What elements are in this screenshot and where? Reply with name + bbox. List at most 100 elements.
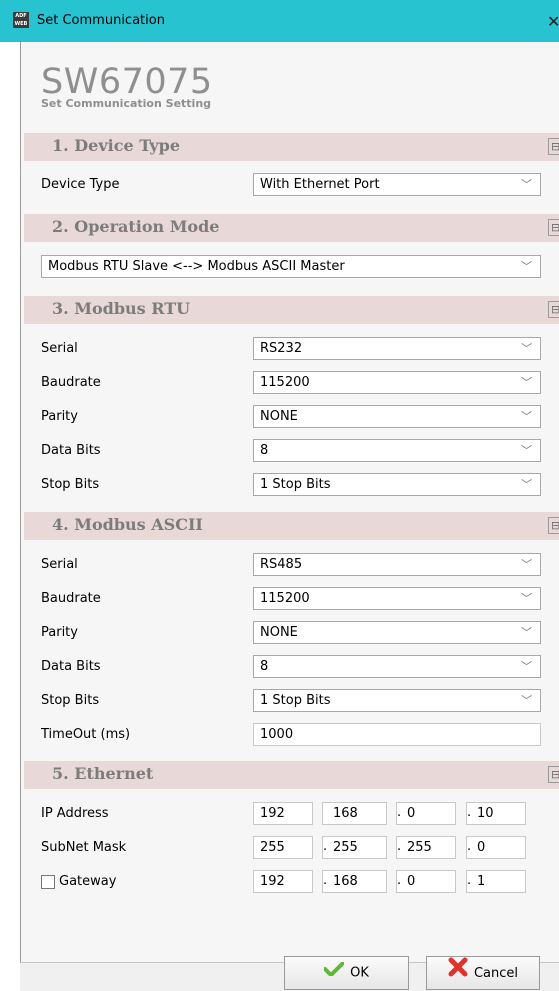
rtu-stopbits-label: Stop Bits (41, 477, 100, 492)
ascii-parity-label: Parity (41, 625, 78, 640)
rtu-databits-select[interactable]: 8 ﹀ (253, 439, 541, 462)
rtu-stopbits-select[interactable]: 1 Stop Bits ﹀ (253, 473, 541, 496)
checkmark-icon (323, 957, 346, 989)
ip-octet-1[interactable]: 192 (253, 802, 313, 825)
gateway-label: Gateway (59, 874, 117, 889)
select-value: 115200 (260, 375, 310, 390)
app-icon-text: ADF WEB (14, 13, 28, 27)
ascii-baudrate-label: Baudrate (41, 591, 101, 606)
ascii-stopbits-label: Stop Bits (41, 693, 100, 708)
cancel-label: Cancel (473, 966, 519, 981)
section-device-type[interactable]: 1. Device Type ⊟ (24, 133, 559, 161)
dot-separator: . (397, 805, 402, 820)
gateway-octet-4[interactable]: 1 (466, 870, 526, 893)
cancel-x-icon (448, 957, 468, 990)
ascii-serial-label: Serial (41, 557, 78, 572)
ascii-timeout-input[interactable]: 1000 (253, 723, 541, 746)
section-operation-mode[interactable]: 2. Operation Mode ⊟ (24, 214, 559, 242)
product-name: SW67075 (41, 62, 213, 102)
select-value: 115200 (260, 591, 310, 606)
section-title: 3. Modbus RTU (52, 299, 191, 318)
select-value: RS485 (260, 557, 303, 572)
operation-mode-select[interactable]: Modbus RTU Slave <--> Modbus ASCII Maste… (41, 255, 541, 278)
device-type-label: Device Type (41, 177, 120, 192)
chevron-down-icon: ﹀ (521, 694, 532, 707)
select-value: 8 (260, 659, 269, 674)
gateway-octet-3[interactable]: 0 (396, 870, 456, 893)
section-title: 1. Device Type (52, 136, 181, 155)
section-title: 2. Operation Mode (52, 217, 220, 236)
collapse-icon[interactable]: ⊟ (548, 766, 559, 783)
collapse-icon[interactable]: ⊟ (548, 301, 559, 318)
gateway-octet-2[interactable]: 168 (322, 870, 387, 893)
ascii-timeout-label: TimeOut (ms) (41, 727, 131, 742)
select-value: With Ethernet Port (260, 177, 380, 192)
chevron-down-icon: ﹀ (521, 260, 532, 273)
chevron-down-icon: ﹀ (521, 410, 532, 423)
ascii-parity-select[interactable]: NONE ﹀ (253, 621, 541, 644)
ascii-serial-select[interactable]: RS485 ﹀ (253, 553, 541, 576)
select-value: NONE (260, 409, 298, 424)
chevron-down-icon: ﹀ (521, 444, 532, 457)
dot-separator: . (323, 873, 328, 888)
cancel-button[interactable]: Cancel (426, 956, 540, 990)
chevron-down-icon: ﹀ (521, 376, 532, 389)
ok-label: OK (350, 965, 369, 981)
section-modbus-ascii[interactable]: 4. Modbus ASCII ⊟ (24, 512, 559, 540)
chevron-down-icon: ﹀ (521, 342, 532, 355)
collapse-icon[interactable]: ⊟ (548, 138, 559, 155)
app-icon: ADF WEB (13, 12, 29, 28)
dot-separator: . (467, 839, 472, 854)
chevron-down-icon: ﹀ (521, 558, 532, 571)
section-ethernet[interactable]: 5. Ethernet ⊟ (24, 761, 559, 789)
select-value: Modbus RTU Slave <--> Modbus ASCII Maste… (48, 259, 345, 274)
product-subtitle: Set Communication Setting (41, 97, 212, 110)
subnet-octet-3[interactable]: 255 (396, 836, 456, 859)
chevron-down-icon: ﹀ (521, 478, 532, 491)
ascii-stopbits-select[interactable]: 1 Stop Bits ﹀ (253, 689, 541, 712)
ip-address-label: IP Address (41, 806, 109, 821)
chevron-down-icon: ﹀ (521, 178, 532, 191)
rtu-baudrate-select[interactable]: 115200 ﹀ (253, 371, 541, 394)
gateway-checkbox[interactable] (41, 875, 55, 889)
ip-octet-4[interactable]: 10 (466, 802, 526, 825)
rtu-parity-label: Parity (41, 409, 78, 424)
collapse-icon[interactable]: ⊟ (548, 517, 559, 534)
window-title: Set Communication (37, 13, 165, 28)
select-value: 1 Stop Bits (260, 477, 331, 492)
dot-separator: . (397, 873, 402, 888)
select-value: RS232 (260, 341, 303, 356)
collapse-icon[interactable]: ⊟ (548, 219, 559, 236)
chevron-down-icon: ﹀ (521, 626, 532, 639)
rtu-serial-label: Serial (41, 341, 78, 356)
ip-octet-2[interactable]: 168 (322, 802, 387, 825)
ascii-baudrate-select[interactable]: 115200 ﹀ (253, 587, 541, 610)
rtu-parity-select[interactable]: NONE ﹀ (253, 405, 541, 428)
dot-separator: . (467, 873, 472, 888)
dot-separator: . (323, 839, 328, 854)
ok-button[interactable]: OK (284, 956, 409, 990)
gateway-octet-1[interactable]: 192 (253, 870, 313, 893)
subnet-octet-4[interactable]: 0 (466, 836, 526, 859)
ascii-databits-label: Data Bits (41, 659, 101, 674)
subnet-octet-2[interactable]: 255 (322, 836, 387, 859)
ascii-databits-select[interactable]: 8 ﹀ (253, 655, 541, 678)
ip-octet-3[interactable]: 0 (396, 802, 456, 825)
section-modbus-rtu[interactable]: 3. Modbus RTU ⊟ (24, 296, 559, 324)
dot-separator: . (397, 839, 402, 854)
close-icon[interactable]: ✕ (547, 12, 559, 31)
subnet-octet-1[interactable]: 255 (253, 836, 313, 859)
rtu-serial-select[interactable]: RS232 ﹀ (253, 337, 541, 360)
select-value: 1 Stop Bits (260, 693, 331, 708)
subnet-mask-label: SubNet Mask (41, 840, 127, 855)
device-type-select[interactable]: With Ethernet Port ﹀ (253, 173, 541, 196)
select-value: 8 (260, 443, 269, 458)
select-value: NONE (260, 625, 298, 640)
section-title: 5. Ethernet (52, 764, 154, 783)
rtu-databits-label: Data Bits (41, 443, 101, 458)
section-title: 4. Modbus ASCII (52, 515, 203, 534)
chevron-down-icon: ﹀ (521, 592, 532, 605)
rtu-baudrate-label: Baudrate (41, 375, 101, 390)
chevron-down-icon: ﹀ (521, 660, 532, 673)
dot-separator: . (467, 805, 472, 820)
